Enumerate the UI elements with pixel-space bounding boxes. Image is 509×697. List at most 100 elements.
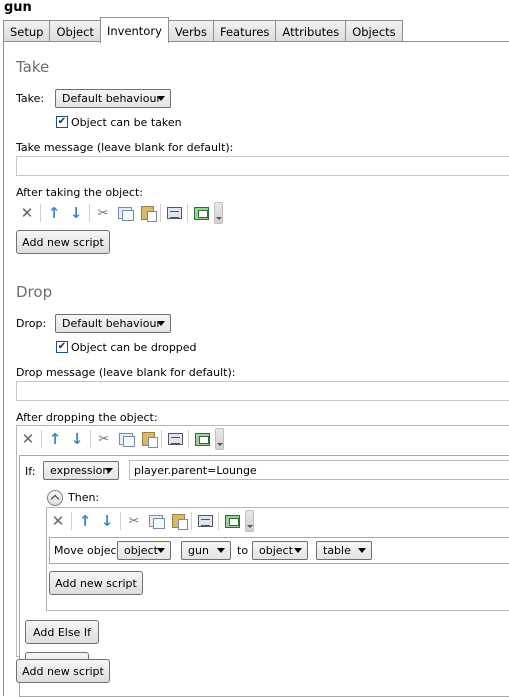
paste-icon[interactable] [167, 510, 189, 532]
paste-icon[interactable] [137, 428, 159, 450]
condition-type-dropdown[interactable]: expression [43, 461, 119, 480]
delete-icon[interactable]: ✕ [16, 202, 38, 224]
cut-icon[interactable]: ✂ [93, 428, 115, 450]
tab-setup[interactable]: Setup [3, 20, 51, 42]
condition-type-value: expression [50, 464, 110, 477]
copy-icon[interactable] [115, 428, 137, 450]
chevron-down-icon [157, 548, 165, 553]
drop-behaviour-dropdown[interactable]: Default behaviour [55, 314, 171, 333]
delete-icon[interactable]: ✕ [47, 510, 69, 532]
toolbar-separator [41, 430, 42, 448]
tab-features[interactable]: Features [212, 20, 277, 42]
move-object-type-value: object [124, 544, 158, 557]
copy-icon[interactable] [114, 202, 136, 224]
take-message-input[interactable] [16, 156, 509, 176]
can-drop-label: Object can be dropped [71, 341, 197, 354]
toolbar-overflow-icon[interactable] [245, 510, 254, 532]
move-down-icon[interactable]: ↓ [65, 202, 87, 224]
move-down-icon[interactable]: ↓ [66, 428, 88, 450]
then-script-editor: ✕ ↑ ↓ ✂ Move object object gun to object… [46, 507, 509, 611]
target-type-value: object [259, 544, 293, 557]
chevron-down-icon [157, 96, 165, 101]
move-up-icon[interactable]: ↑ [43, 202, 65, 224]
inventory-panel: Take Take: Default behaviour ✔ Object ca… [3, 41, 509, 697]
toolbar-separator [40, 204, 41, 222]
after-taking-label: After taking the object: [16, 186, 143, 199]
can-drop-checkbox[interactable]: ✔ [56, 341, 68, 353]
window-title: gun [4, 0, 32, 15]
take-heading: Take [16, 58, 50, 76]
expression-value: player.parent=Lounge [134, 464, 257, 477]
cut-icon[interactable]: ✂ [123, 510, 145, 532]
drop-add-script-button[interactable]: Add new script [16, 659, 110, 683]
take-behaviour-dropdown[interactable]: Default behaviour [55, 89, 171, 108]
drop-heading: Drop [16, 283, 53, 301]
to-label: to [237, 544, 249, 557]
tab-bar: Setup Object Inventory Verbs Features At… [3, 16, 403, 43]
drop-behaviour-value: Default behaviour [62, 317, 161, 330]
toolbar-separator [89, 204, 90, 222]
then-label: Then: [68, 491, 100, 504]
then-add-script-button[interactable]: Add new script [49, 571, 143, 595]
target-value-dropdown[interactable]: table [316, 541, 372, 560]
toolbar-separator [71, 512, 72, 530]
move-object-value-dropdown[interactable]: gun [181, 541, 231, 560]
code-view-icon[interactable] [194, 510, 216, 532]
take-label: Take: [16, 92, 45, 105]
toolbar-separator [161, 430, 162, 448]
add-else-if-button[interactable]: Add Else If [25, 620, 99, 644]
tab-attributes[interactable]: Attributes [275, 20, 347, 42]
tab-inventory[interactable]: Inventory [99, 17, 169, 43]
cut-icon[interactable]: ✂ [92, 202, 114, 224]
move-object-row[interactable]: Move object object gun to object table [49, 537, 509, 564]
popout-icon[interactable] [190, 202, 212, 224]
toolbar-separator [187, 204, 188, 222]
code-view-icon[interactable] [163, 202, 185, 224]
toolbar-separator [191, 512, 192, 530]
can-take-label: Object can be taken [71, 116, 182, 129]
chevron-down-icon [294, 548, 302, 553]
code-view-icon[interactable] [164, 428, 186, 450]
drop-script-toolbar: ✕ ↑ ↓ ✂ [17, 427, 224, 451]
copy-icon[interactable] [145, 510, 167, 532]
drop-message-label: Drop message (leave blank for default): [16, 366, 236, 379]
can-take-checkbox[interactable]: ✔ [56, 116, 68, 128]
tab-verbs[interactable]: Verbs [167, 20, 214, 42]
toolbar-overflow-icon[interactable] [214, 202, 223, 224]
move-object-label: Move object [54, 544, 121, 557]
take-message-label: Take message (leave blank for default): [16, 141, 234, 154]
take-add-script-button[interactable]: Add new script [16, 230, 110, 254]
collapse-then-icon[interactable] [47, 490, 63, 506]
take-script-toolbar: ✕ ↑ ↓ ✂ [16, 201, 223, 225]
move-up-icon[interactable]: ↑ [74, 510, 96, 532]
if-label: If: [25, 465, 36, 478]
drop-message-input[interactable] [16, 381, 509, 401]
move-down-icon[interactable]: ↓ [96, 510, 118, 532]
then-script-toolbar: ✕ ↑ ↓ ✂ [47, 509, 254, 533]
toolbar-separator [160, 204, 161, 222]
chevron-down-icon [358, 548, 366, 553]
popout-icon[interactable] [191, 428, 213, 450]
chevron-down-icon [105, 468, 113, 473]
target-value: table [323, 544, 351, 557]
move-up-icon[interactable]: ↑ [44, 428, 66, 450]
chevron-down-icon [217, 548, 225, 553]
after-dropping-label: After dropping the object: [16, 411, 158, 424]
toolbar-separator [218, 512, 219, 530]
toolbar-overflow-icon[interactable] [215, 428, 224, 450]
expression-input[interactable]: player.parent=Lounge [129, 460, 509, 480]
chevron-down-icon [157, 321, 165, 326]
delete-icon[interactable]: ✕ [17, 428, 39, 450]
tab-object[interactable]: Object [49, 20, 101, 42]
target-type-dropdown[interactable]: object [252, 541, 308, 560]
tab-objects[interactable]: Objects [345, 20, 403, 42]
popout-icon[interactable] [221, 510, 243, 532]
take-behaviour-value: Default behaviour [62, 92, 161, 105]
toolbar-separator [90, 430, 91, 448]
drop-label: Drop: [16, 317, 47, 330]
drop-script-editor: ✕ ↑ ↓ ✂ If: expression player.parent=Lou… [16, 425, 509, 697]
move-object-value: gun [188, 544, 209, 557]
paste-icon[interactable] [136, 202, 158, 224]
toolbar-separator [188, 430, 189, 448]
move-object-type-dropdown[interactable]: object [117, 541, 171, 560]
